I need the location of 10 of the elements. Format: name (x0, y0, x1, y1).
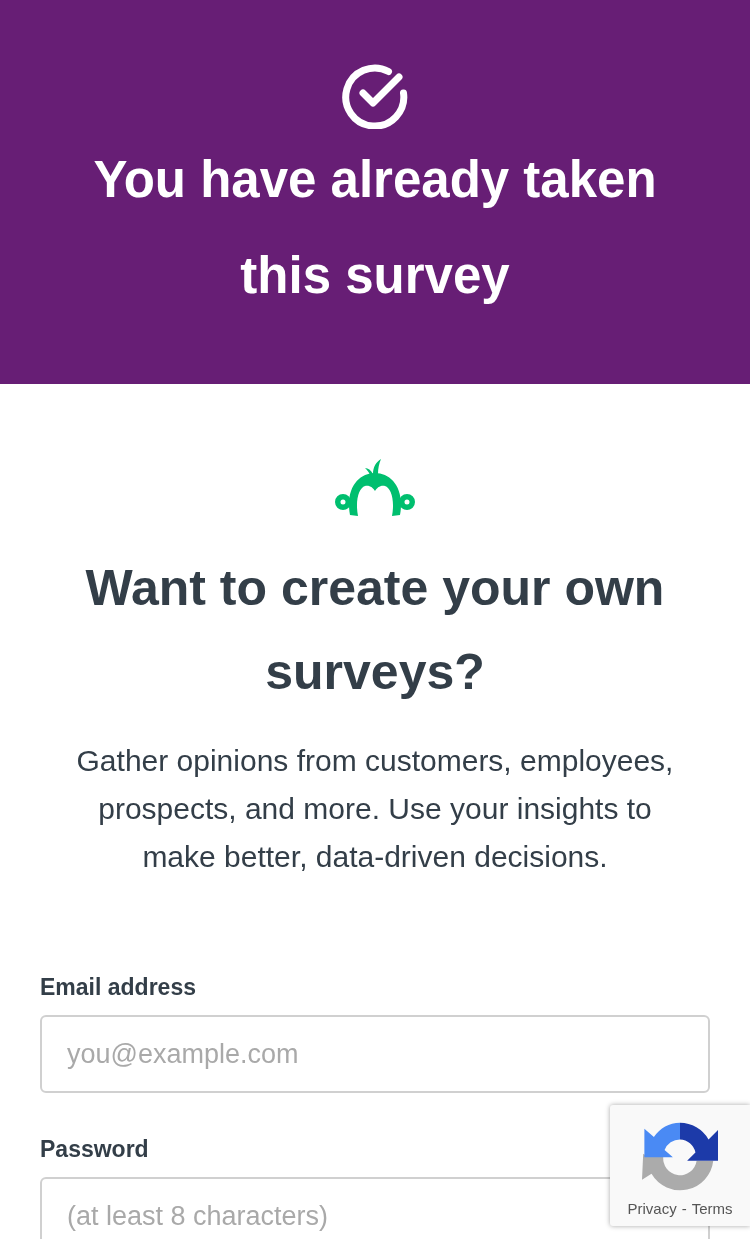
promo-description: Gather opinions from customers, employees, prospects, and more. Use your insights to make better, data-driven decisions. (75, 743, 675, 875)
banner-title: You have already taken this survey (92, 150, 658, 306)
field-label: Password (40, 1136, 149, 1162)
monkey-head-logo-icon (334, 458, 416, 518)
privacy-link[interactable]: Privacy (627, 1200, 677, 1217)
check-circle-icon (342, 63, 408, 129)
link-separator: - (681, 1200, 687, 1217)
email-field[interactable]: you@example.com (40, 1015, 710, 1093)
field-label: Email address (40, 974, 196, 1000)
promo-heading: Want to create your own surveys? (84, 559, 666, 702)
